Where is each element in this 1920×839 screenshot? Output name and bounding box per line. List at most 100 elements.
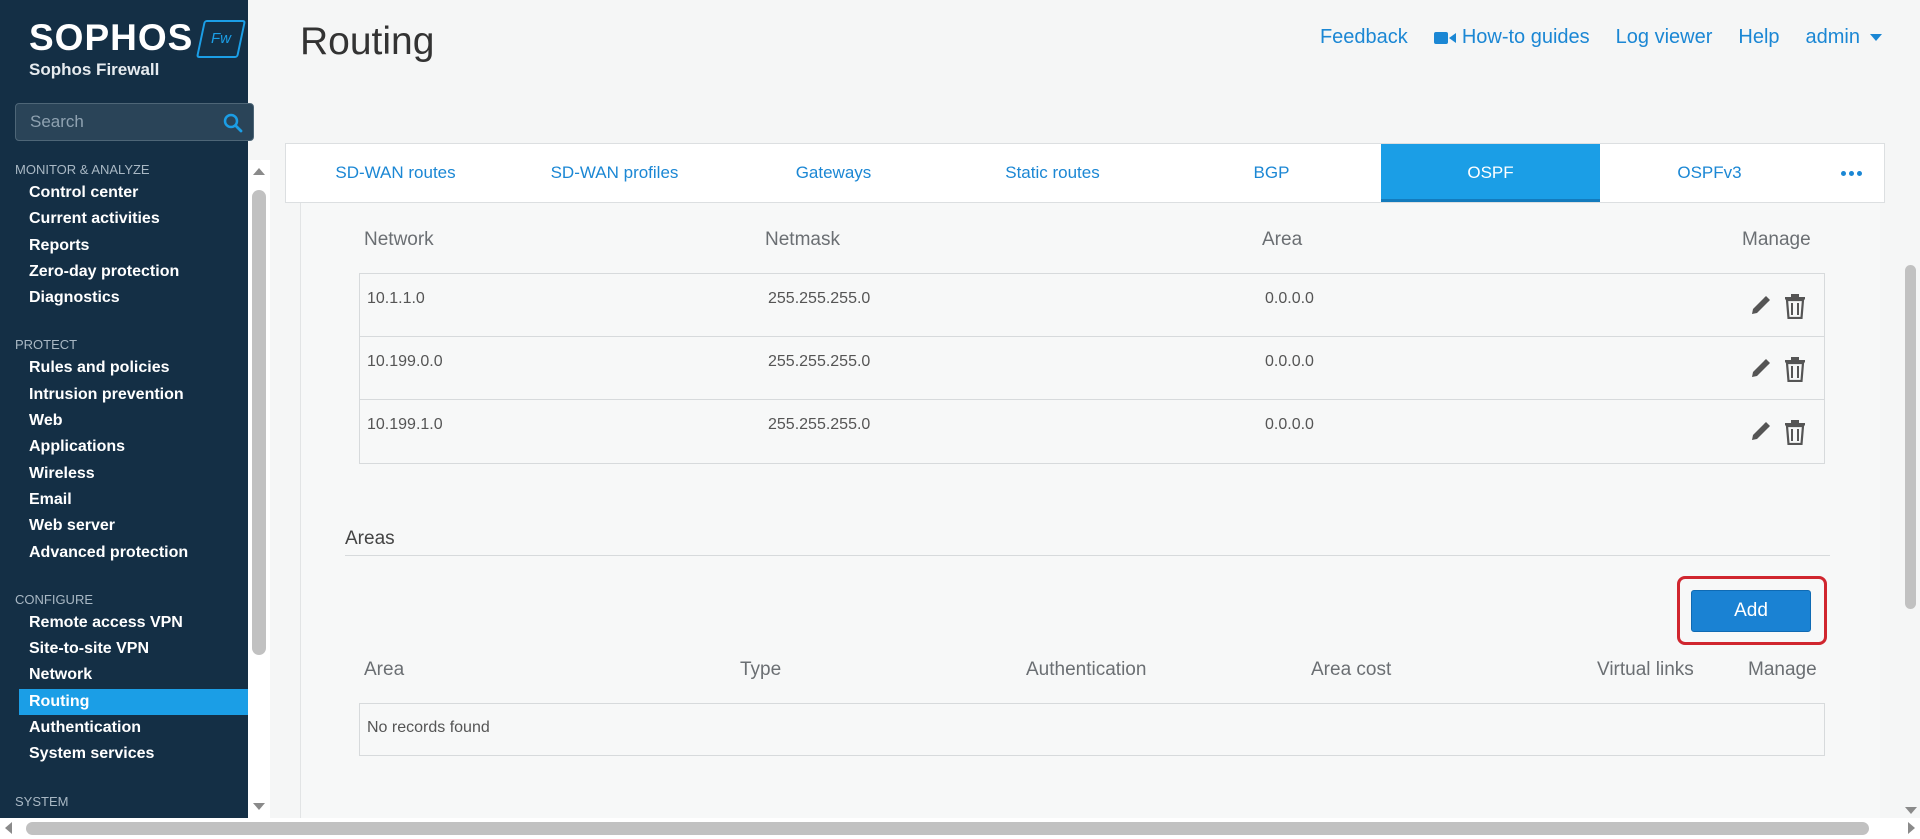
horizontal-scrollbar[interactable] xyxy=(0,818,1920,839)
sidebar-item-web-server[interactable]: Web server xyxy=(0,513,248,539)
brand-name: SOPHOS xyxy=(29,17,194,58)
help-link[interactable]: Help xyxy=(1738,26,1779,49)
user-menu[interactable]: admin xyxy=(1806,26,1882,49)
how-to-guides-link[interactable]: How-to guides xyxy=(1433,26,1590,49)
sidebar-item-system-services[interactable]: System services xyxy=(0,741,248,767)
scroll-up-arrow-icon[interactable] xyxy=(253,168,265,175)
section-configure: CONFIGURE xyxy=(15,591,93,607)
sidebar-item-site-to-site-vpn[interactable]: Site-to-site VPN xyxy=(0,636,248,662)
sidebar-item-control-center[interactable]: Control center xyxy=(0,180,248,206)
product-name: Sophos Firewall xyxy=(29,60,160,79)
netmask-cell: 255.255.255.0 xyxy=(768,290,871,307)
column-netmask: Netmask xyxy=(765,229,840,250)
section-monitor-analyze: MONITOR & ANALYZE xyxy=(15,162,150,177)
column-type: Type xyxy=(740,659,782,680)
firewall-badge-icon: Fw xyxy=(195,20,247,58)
delete-icon[interactable] xyxy=(1783,419,1807,445)
column-manage: Manage xyxy=(1748,659,1817,680)
scroll-left-arrow-icon[interactable] xyxy=(5,822,12,834)
areas-table: No records found xyxy=(359,703,1825,756)
sidebar-scrollbar[interactable] xyxy=(248,160,270,818)
scroll-down-arrow-icon[interactable] xyxy=(1905,807,1917,814)
sidebar-item-current-activities[interactable]: Current activities xyxy=(0,206,248,232)
sidebar-item-network[interactable]: Network xyxy=(0,662,248,688)
more-tabs-icon[interactable] xyxy=(1819,144,1884,202)
column-virtual-links: Virtual links xyxy=(1597,659,1694,680)
networks-table: 10.1.1.0 255.255.255.0 0.0.0.0 10.199.0.… xyxy=(359,273,1825,464)
tab-static-routes[interactable]: Static routes xyxy=(943,144,1162,202)
scroll-down-arrow-icon[interactable] xyxy=(253,803,265,810)
section-protect: PROTECT xyxy=(15,337,78,353)
networks-table-header: Network Netmask Area Manage xyxy=(364,229,1824,251)
sidebar-item-rules-and-policies[interactable]: Rules and policies xyxy=(0,355,248,381)
sidebar: SOPHOS Sophos Firewall Fw MONITOR & ANAL… xyxy=(0,0,254,818)
column-area-cost: Area cost xyxy=(1311,659,1392,680)
feedback-link[interactable]: Feedback xyxy=(1320,26,1408,49)
sidebar-item-authentication[interactable]: Authentication xyxy=(0,715,248,741)
sidebar-item-wireless[interactable]: Wireless xyxy=(0,461,248,487)
netmask-cell: 255.255.255.0 xyxy=(768,353,871,370)
main-scroll-thumb[interactable] xyxy=(1905,265,1916,609)
column-manage: Manage xyxy=(1742,229,1811,250)
search-input[interactable] xyxy=(16,104,206,140)
table-row: 10.1.1.0 255.255.255.0 0.0.0.0 xyxy=(360,274,1824,337)
sidebar-item-reports[interactable]: Reports xyxy=(0,233,248,259)
add-area-button[interactable]: Add xyxy=(1691,590,1811,632)
tab-ospfv3[interactable]: OSPFv3 xyxy=(1600,144,1819,202)
column-area: Area xyxy=(364,659,405,680)
main-scrollbar[interactable] xyxy=(1902,203,1920,818)
netmask-cell: 255.255.255.0 xyxy=(768,416,871,433)
log-viewer-link[interactable]: Log viewer xyxy=(1616,26,1713,49)
sidebar-item-routing[interactable]: Routing xyxy=(19,688,248,716)
area-cell: 0.0.0.0 xyxy=(1265,353,1314,370)
sidebar-item-remote-access-vpn[interactable]: Remote access VPN xyxy=(0,610,248,636)
edit-icon[interactable] xyxy=(1749,419,1773,443)
column-authentication: Authentication xyxy=(1026,659,1147,680)
areas-section-title: Areas xyxy=(345,528,395,549)
network-cell: 10.199.1.0 xyxy=(367,416,443,433)
manage-actions xyxy=(1749,416,1824,445)
tab-sd-wan-routes[interactable]: SD-WAN routes xyxy=(286,144,505,202)
search-box xyxy=(15,103,254,141)
manage-actions xyxy=(1749,353,1824,382)
column-area: Area xyxy=(1262,229,1303,250)
section-divider xyxy=(345,555,1830,556)
top-navigation: Feedback How-to guides Log viewer Help a… xyxy=(1320,26,1882,49)
section-system: SYSTEM xyxy=(15,793,69,809)
manage-actions xyxy=(1749,290,1824,319)
table-row: 10.199.1.0 255.255.255.0 0.0.0.0 xyxy=(360,400,1824,463)
sidebar-item-email[interactable]: Email xyxy=(0,487,248,513)
sidebar-item-applications[interactable]: Applications xyxy=(0,434,248,460)
sidebar-item-web[interactable]: Web xyxy=(0,408,248,434)
edit-icon[interactable] xyxy=(1749,356,1773,380)
empty-message: No records found xyxy=(367,719,490,736)
sidebar-item-diagnostics[interactable]: Diagnostics xyxy=(0,285,248,311)
area-cell: 0.0.0.0 xyxy=(1265,290,1314,307)
sidebar-item-advanced-protection[interactable]: Advanced protection xyxy=(0,540,248,566)
delete-icon[interactable] xyxy=(1783,356,1807,382)
network-cell: 10.1.1.0 xyxy=(367,290,425,307)
column-network: Network xyxy=(364,229,434,250)
routing-tabs: SD-WAN routes SD-WAN profiles Gateways S… xyxy=(285,143,1885,203)
sidebar-menu: MONITOR & ANALYZE Control center Current… xyxy=(0,160,248,818)
tab-ospf[interactable]: OSPF xyxy=(1381,144,1600,202)
main-content: Network Netmask Area Manage 10.1.1.0 255… xyxy=(300,203,1880,818)
tab-bgp[interactable]: BGP xyxy=(1162,144,1381,202)
delete-icon[interactable] xyxy=(1783,293,1807,319)
tab-sd-wan-profiles[interactable]: SD-WAN profiles xyxy=(505,144,724,202)
network-cell: 10.199.0.0 xyxy=(367,353,443,370)
edit-icon[interactable] xyxy=(1749,293,1773,317)
area-cell: 0.0.0.0 xyxy=(1265,416,1314,433)
tab-gateways[interactable]: Gateways xyxy=(724,144,943,202)
sidebar-item-zero-day-protection[interactable]: Zero-day protection xyxy=(0,259,248,285)
scroll-right-arrow-icon[interactable] xyxy=(1908,822,1915,834)
search-icon[interactable] xyxy=(223,113,243,133)
page-title: Routing xyxy=(300,20,435,63)
sidebar-item-intrusion-prevention[interactable]: Intrusion prevention xyxy=(0,382,248,408)
horizontal-scroll-thumb[interactable] xyxy=(26,822,1869,835)
areas-table-header: Area Type Authentication Area cost Virtu… xyxy=(364,659,1824,681)
sidebar-scroll-thumb[interactable] xyxy=(252,190,266,655)
sophos-logo: SOPHOS Sophos Firewall xyxy=(29,18,193,80)
chevron-down-icon xyxy=(1870,34,1882,41)
empty-table-row: No records found xyxy=(360,704,1824,755)
